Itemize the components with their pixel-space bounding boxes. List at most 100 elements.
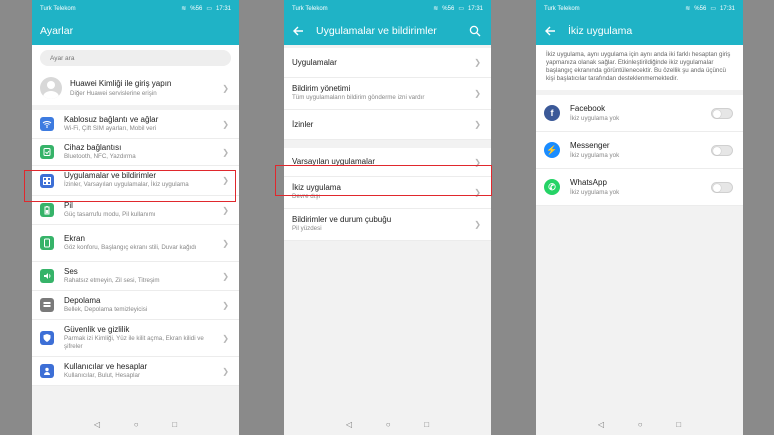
battery-percent: %56 xyxy=(442,5,455,12)
item-subtitle: Pil yüzdesi xyxy=(292,225,322,233)
carrier-label: Turk Telekom xyxy=(292,5,328,12)
item-title: Ekran xyxy=(64,233,85,243)
settings-item-users[interactable]: Kullanıcılar ve hesaplar Kullanıcılar, Bu… xyxy=(32,357,239,386)
clock: 17:31 xyxy=(215,5,231,12)
chevron-right-icon: ❯ xyxy=(222,271,229,281)
back-nav-icon[interactable]: ◁ xyxy=(94,420,100,429)
back-arrow-icon[interactable] xyxy=(292,23,308,39)
search-icon[interactable] xyxy=(469,24,483,38)
home-nav-icon[interactable]: ○ xyxy=(638,420,643,429)
page-title: Uygulamalar ve bildirimler xyxy=(316,25,437,37)
app-status: İkiz uygulama yok xyxy=(570,115,620,123)
item-title: Pil xyxy=(64,200,73,210)
account-subtitle: Diğer Huawei servislerine erişin xyxy=(70,90,157,97)
twin-app-row-messenger: ⚡ Messenger İkiz uygulama yok xyxy=(536,132,743,170)
app-name: Facebook xyxy=(570,104,606,114)
wifi-signal-icon: ≋ xyxy=(685,6,691,12)
wifi-signal-icon: ≋ xyxy=(433,6,439,12)
chevron-right-icon: ❯ xyxy=(474,120,481,129)
battery-icon: ▭ xyxy=(206,6,212,12)
item-subtitle: Göz konforu, Başlangıç ekranı stili, Duv… xyxy=(64,243,197,251)
menu-item[interactable]: Uygulamalar ❯ xyxy=(284,48,491,78)
settings-item-display[interactable]: Ekran Göz konforu, Başlangıç ekranı stili… xyxy=(32,225,239,262)
carrier-label: Turk Telekom xyxy=(544,5,580,12)
facebook-icon: f xyxy=(544,105,560,122)
status-bar: Turk Telekom ≋ %56 ▭ 17:31 xyxy=(284,0,491,17)
chevron-right-icon: ❯ xyxy=(222,83,229,93)
app-status: İkiz uygulama yok xyxy=(570,189,620,197)
item-title: Depolama xyxy=(64,295,101,305)
settings-item-storage[interactable]: Depolama Bellek, Depolama temizleyicisi ❯ xyxy=(32,291,239,320)
back-nav-icon[interactable]: ◁ xyxy=(598,420,604,429)
navigation-bar: ◁ ○ □ xyxy=(32,413,239,435)
app-name: Messenger xyxy=(570,141,610,151)
device-connection-icon xyxy=(40,145,54,159)
battery-icon: ▭ xyxy=(458,6,464,12)
twin-app-description: İkiz uygulama, aynı uygulama için aynı a… xyxy=(536,45,743,96)
settings-screen: Turk Telekom ≋ %56 ▭ 17:31 Ayarlar Huawe… xyxy=(32,0,239,435)
sound-icon xyxy=(40,269,54,283)
chevron-right-icon: ❯ xyxy=(474,220,481,229)
item-subtitle: Güç tasarrufu modu, Pil kullanımı xyxy=(64,210,156,218)
carrier-label: Turk Telekom xyxy=(40,5,76,12)
settings-item-device-connection[interactable]: Cihaz bağlantısı Bluetooth, NFC, Yazdırma… xyxy=(32,139,239,166)
recents-nav-icon[interactable]: □ xyxy=(172,420,177,429)
app-name: WhatsApp xyxy=(570,178,607,188)
item-title: Güvenlik ve gizlilik xyxy=(64,324,130,334)
item-subtitle: Kullanıcılar, Bulut, Hesaplar xyxy=(64,371,141,379)
twin-app-toggle[interactable] xyxy=(711,181,733,193)
storage-icon xyxy=(40,298,54,312)
battery-icon xyxy=(40,203,54,217)
search-input[interactable] xyxy=(40,50,231,66)
settings-item-sound[interactable]: Ses Rahatsız etmeyin, Zil sesi, Titreşim ❯ xyxy=(32,262,239,291)
clock: 17:31 xyxy=(467,5,483,12)
item-title: İzinler xyxy=(292,119,314,129)
chevron-right-icon: ❯ xyxy=(222,238,229,248)
item-subtitle: Parmak izi Kimliği, Yüz ile kilit açma, … xyxy=(64,334,204,350)
chevron-right-icon: ❯ xyxy=(222,300,229,310)
back-arrow-icon[interactable] xyxy=(544,23,560,39)
wifi-icon xyxy=(40,117,54,131)
security-icon xyxy=(40,331,54,345)
chevron-right-icon: ❯ xyxy=(222,119,229,129)
whatsapp-icon: ✆ xyxy=(544,179,560,196)
menu-item[interactable]: İzinler ❯ xyxy=(284,110,491,140)
home-nav-icon[interactable]: ○ xyxy=(386,420,391,429)
battery-percent: %56 xyxy=(694,5,707,12)
menu-item[interactable]: Bildirimler ve durum çubuğu Pil yüzdesi ❯ xyxy=(284,209,491,241)
item-title: Kablosuz bağlantı ve ağlar xyxy=(64,114,159,124)
status-bar: Turk Telekom ≋ %56 ▭ 17:31 xyxy=(32,0,239,17)
page-title: Ayarlar xyxy=(40,25,74,37)
top-bar: Turk Telekom ≋ %56 ▭ 17:31 Ayarlar xyxy=(32,0,239,45)
item-title: Ses xyxy=(64,266,78,276)
item-subtitle: Tüm uygulamaların bildirim gönderme izni… xyxy=(292,94,425,102)
back-nav-icon[interactable]: ◁ xyxy=(346,420,352,429)
twin-app-row-whatsapp: ✆ WhatsApp İkiz uygulama yok xyxy=(536,169,743,207)
page-title: İkiz uygulama xyxy=(568,25,633,37)
settings-item-security[interactable]: Güvenlik ve gizlilik Parmak izi Kimliği, … xyxy=(32,320,239,357)
recents-nav-icon[interactable]: □ xyxy=(676,420,681,429)
item-title: Kullanıcılar ve hesaplar xyxy=(64,361,148,371)
item-title: Uygulamalar xyxy=(292,57,337,67)
settings-item-wifi[interactable]: Kablosuz bağlantı ve ağlar Wi-Fi, Çift SI… xyxy=(32,110,239,139)
twin-app-toggle[interactable] xyxy=(711,107,733,119)
avatar xyxy=(40,77,62,99)
chevron-right-icon: ❯ xyxy=(222,147,229,157)
status-bar: Turk Telekom ≋ %56 ▭ 17:31 xyxy=(536,0,743,17)
battery-percent: %56 xyxy=(190,5,203,12)
item-subtitle: Wi-Fi, Çift SIM ayarları, Mobil veri xyxy=(64,124,157,132)
display-icon xyxy=(40,236,54,250)
navigation-bar: ◁ ○ □ xyxy=(536,413,743,435)
navigation-bar: ◁ ○ □ xyxy=(284,413,491,435)
recents-nav-icon[interactable]: □ xyxy=(424,420,429,429)
home-nav-icon[interactable]: ○ xyxy=(134,420,139,429)
twin-app-screen: Turk Telekom ≋ %56 ▭ 17:31 İkiz uygulama… xyxy=(536,0,743,435)
twin-app-row-facebook: f Facebook İkiz uygulama yok xyxy=(536,95,743,133)
huawei-account-row[interactable]: Huawei Kimliği ile giriş yapın Diğer Hua… xyxy=(32,71,239,105)
twin-app-toggle[interactable] xyxy=(711,144,733,156)
item-title: Bildirim yönetimi xyxy=(292,84,351,94)
app-status: İkiz uygulama yok xyxy=(570,152,620,160)
users-icon xyxy=(40,364,54,378)
battery-icon: ▭ xyxy=(710,6,716,12)
menu-item[interactable]: Bildirim yönetimi Tüm uygulamaların bildi… xyxy=(284,78,491,110)
